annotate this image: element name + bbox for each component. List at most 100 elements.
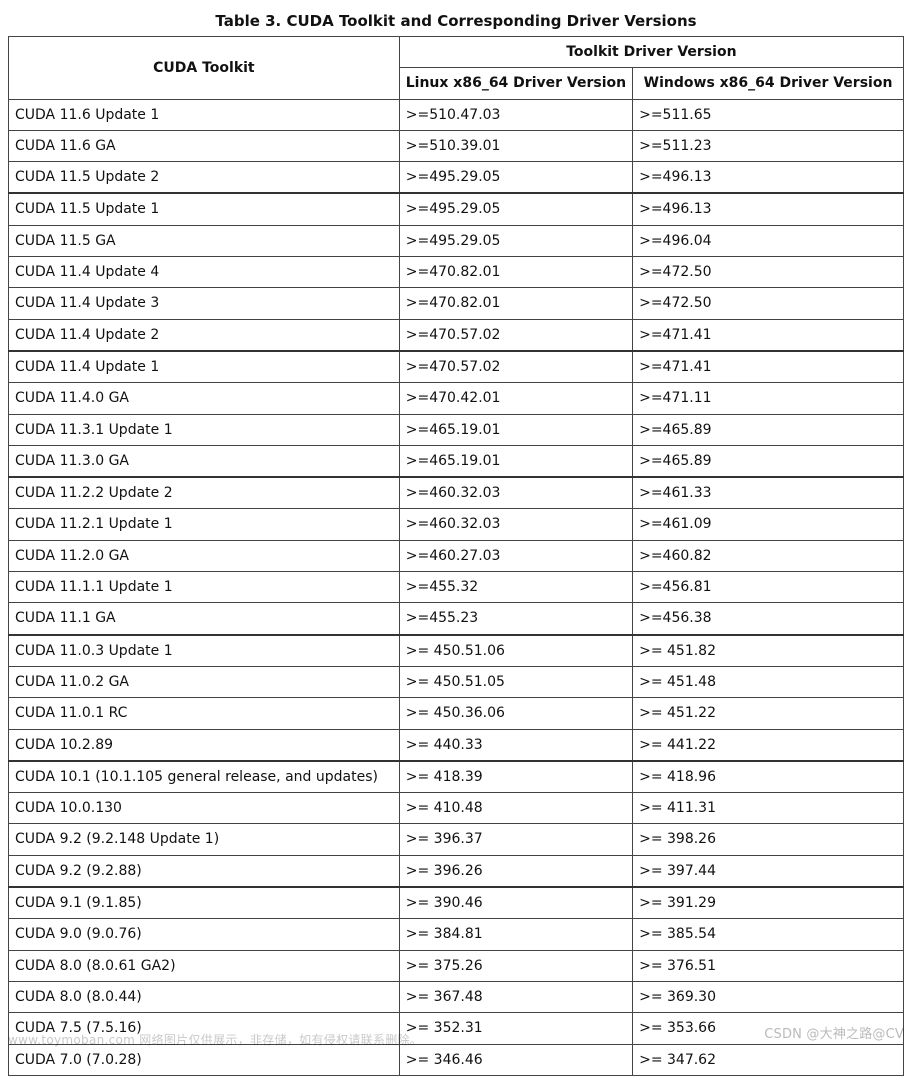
cell-linux: >= 346.46 [399,1044,632,1075]
cuda-driver-table: CUDA Toolkit Toolkit Driver Version Linu… [8,36,904,1076]
table-row: CUDA 11.2.1 Update 1>=460.32.03>=461.09 [9,509,904,540]
cell-linux: >= 396.26 [399,855,632,887]
cell-linux: >=495.29.05 [399,225,632,256]
table-row: CUDA 11.6 GA>=510.39.01>=511.23 [9,130,904,161]
cell-toolkit: CUDA 9.2 (9.2.88) [9,855,400,887]
cell-windows: >= 398.26 [633,824,904,855]
cell-toolkit: CUDA 9.1 (9.1.85) [9,887,400,919]
cell-linux: >=510.47.03 [399,99,632,130]
cell-linux: >=455.23 [399,603,632,635]
cell-windows: >= 451.48 [633,666,904,697]
cell-toolkit: CUDA 11.4.0 GA [9,383,400,414]
table-row: CUDA 9.1 (9.1.85)>= 390.46>= 391.29 [9,887,904,919]
cell-linux: >= 367.48 [399,981,632,1012]
cell-linux: >=460.32.03 [399,509,632,540]
table-row: CUDA 11.4.0 GA>=470.42.01>=471.11 [9,383,904,414]
cell-linux: >=470.42.01 [399,383,632,414]
table-row: CUDA 11.6 Update 1>=510.47.03>=511.65 [9,99,904,130]
cell-windows: >=456.38 [633,603,904,635]
cell-windows: >= 391.29 [633,887,904,919]
cell-linux: >= 450.36.06 [399,698,632,729]
cell-windows: >=461.09 [633,509,904,540]
table-title: Table 3. CUDA Toolkit and Corresponding … [8,8,904,36]
cell-windows: >= 451.82 [633,635,904,667]
cell-toolkit: CUDA 11.2.0 GA [9,540,400,571]
cell-linux: >= 450.51.05 [399,666,632,697]
cell-toolkit: CUDA 11.5 GA [9,225,400,256]
cell-windows: >=511.23 [633,130,904,161]
cell-windows: >=472.50 [633,257,904,288]
cell-linux: >= 384.81 [399,919,632,950]
cell-windows: >= 411.31 [633,793,904,824]
cell-linux: >= 418.39 [399,761,632,793]
cell-toolkit: CUDA 9.2 (9.2.148 Update 1) [9,824,400,855]
table-row: CUDA 10.0.130>= 410.48>= 411.31 [9,793,904,824]
cell-windows: >= 369.30 [633,981,904,1012]
cell-toolkit: CUDA 11.4 Update 1 [9,351,400,383]
cell-windows: >= 418.96 [633,761,904,793]
col-header-linux: Linux x86_64 Driver Version [399,68,632,99]
watermark-right: CSDN @大神之路@CV [764,1023,904,1042]
cell-toolkit: CUDA 11.4 Update 4 [9,257,400,288]
table-row: CUDA 8.0 (8.0.61 GA2)>= 375.26>= 376.51 [9,950,904,981]
cell-linux: >=460.32.03 [399,477,632,509]
cell-toolkit: CUDA 8.0 (8.0.61 GA2) [9,950,400,981]
table-row: CUDA 9.2 (9.2.148 Update 1)>= 396.37>= 3… [9,824,904,855]
table-row: CUDA 11.5 Update 2>=495.29.05>=496.13 [9,162,904,194]
cell-linux: >= 396.37 [399,824,632,855]
cell-windows: >=511.65 [633,99,904,130]
table-row: CUDA 11.0.3 Update 1>= 450.51.06>= 451.8… [9,635,904,667]
cell-windows: >= 347.62 [633,1044,904,1075]
cell-windows: >= 376.51 [633,950,904,981]
cell-linux: >=470.57.02 [399,319,632,351]
table-row: CUDA 11.5 Update 1>=495.29.05>=496.13 [9,193,904,225]
cell-linux: >=495.29.05 [399,193,632,225]
cell-toolkit: CUDA 10.2.89 [9,729,400,761]
cell-linux: >=455.32 [399,572,632,603]
cell-windows: >=472.50 [633,288,904,319]
cell-toolkit: CUDA 11.5 Update 2 [9,162,400,194]
cell-windows: >=456.81 [633,572,904,603]
cell-linux: >= 390.46 [399,887,632,919]
cell-linux: >=510.39.01 [399,130,632,161]
table-row: CUDA 11.3.0 GA>=465.19.01>=465.89 [9,445,904,477]
cell-toolkit: CUDA 11.4 Update 3 [9,288,400,319]
cell-toolkit: CUDA 11.2.2 Update 2 [9,477,400,509]
cell-toolkit: CUDA 11.0.3 Update 1 [9,635,400,667]
cell-toolkit: CUDA 11.1.1 Update 1 [9,572,400,603]
table-row: CUDA 11.2.0 GA>=460.27.03>=460.82 [9,540,904,571]
cell-toolkit: CUDA 8.0 (8.0.44) [9,981,400,1012]
cell-toolkit: CUDA 11.5 Update 1 [9,193,400,225]
cell-windows: >=471.41 [633,319,904,351]
table-row: CUDA 11.4 Update 2>=470.57.02>=471.41 [9,319,904,351]
cell-linux: >=465.19.01 [399,414,632,445]
table-row: CUDA 11.4 Update 3>=470.82.01>=472.50 [9,288,904,319]
cell-toolkit: CUDA 9.0 (9.0.76) [9,919,400,950]
cell-toolkit: CUDA 11.0.2 GA [9,666,400,697]
cell-windows: >=496.13 [633,193,904,225]
cell-windows: >= 385.54 [633,919,904,950]
cell-windows: >=471.41 [633,351,904,383]
cell-linux: >=460.27.03 [399,540,632,571]
cell-toolkit: CUDA 11.4 Update 2 [9,319,400,351]
cell-windows: >= 451.22 [633,698,904,729]
cell-linux: >=470.82.01 [399,288,632,319]
watermark-left: www.toymoban.com 网络图片仅供展示，非存储，如有侵权请联系删除。 [8,1031,422,1048]
col-header-group: Toolkit Driver Version [399,37,903,68]
cell-linux: >=470.82.01 [399,257,632,288]
table-row: CUDA 11.1.1 Update 1>=455.32>=456.81 [9,572,904,603]
cell-windows: >=460.82 [633,540,904,571]
cell-toolkit: CUDA 11.0.1 RC [9,698,400,729]
cell-windows: >=465.89 [633,445,904,477]
cell-linux: >= 352.31 [399,1013,632,1044]
cell-linux: >= 440.33 [399,729,632,761]
cell-windows: >=496.13 [633,162,904,194]
cell-linux: >=465.19.01 [399,445,632,477]
cell-windows: >=461.33 [633,477,904,509]
col-header-toolkit: CUDA Toolkit [9,37,400,100]
table-row: CUDA 9.0 (9.0.76)>= 384.81>= 385.54 [9,919,904,950]
cell-linux: >= 450.51.06 [399,635,632,667]
table-row: CUDA 11.2.2 Update 2>=460.32.03>=461.33 [9,477,904,509]
cell-toolkit: CUDA 11.6 Update 1 [9,99,400,130]
cell-toolkit: CUDA 10.0.130 [9,793,400,824]
